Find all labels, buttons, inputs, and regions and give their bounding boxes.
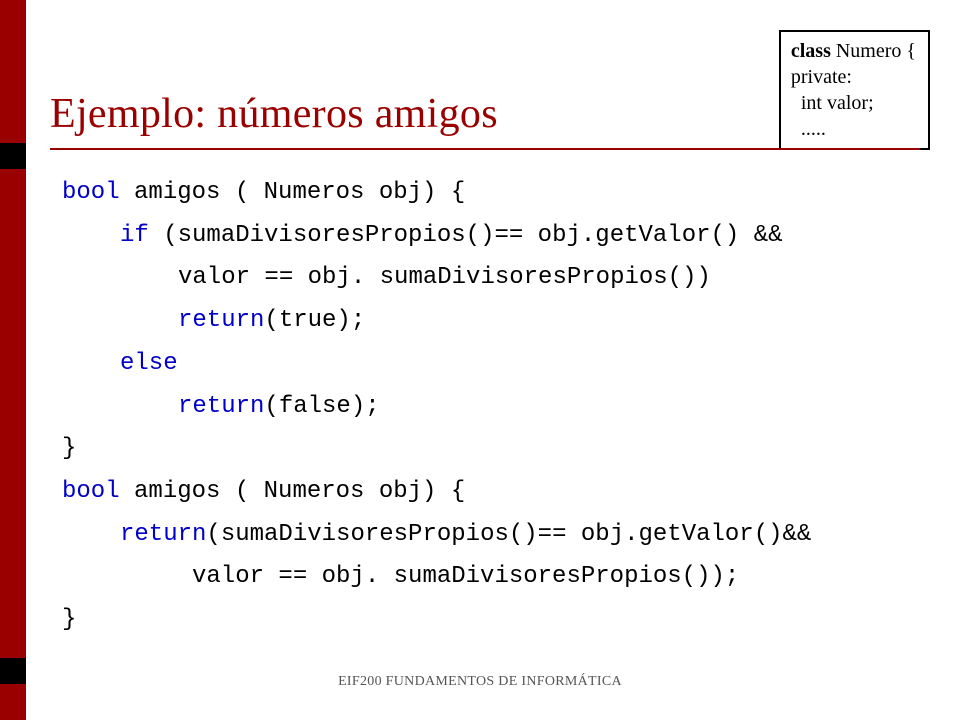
code-text: amigos ( Numeros obj) {	[120, 478, 466, 505]
code-line: valor == obj. sumaDivisoresPropios());	[192, 556, 811, 599]
code-line: return(sumaDivisoresPropios()== obj.getV…	[120, 514, 811, 557]
code-text: (false);	[264, 393, 379, 420]
keyword-bool: bool	[62, 478, 120, 505]
slide-footer: EIF200 FUNDAMENTOS DE INFORMÁTICA	[0, 674, 960, 690]
code-line: bool amigos ( Numeros obj) {	[62, 172, 811, 215]
left-accent-bar	[0, 0, 26, 720]
code-line: if (sumaDivisoresPropios()== obj.getValo…	[120, 215, 811, 258]
slide-title: Ejemplo: números amigos	[50, 90, 498, 138]
code-text: amigos ( Numeros obj) {	[120, 179, 466, 206]
class-box-line: int valor;	[791, 90, 916, 116]
code-line: return(false);	[178, 386, 811, 429]
keyword-return: return	[178, 307, 264, 334]
class-box-line: .....	[791, 116, 916, 142]
code-line: }	[62, 428, 811, 471]
class-definition-box: class Numero { private: int valor; .....	[779, 30, 930, 150]
keyword-else: else	[120, 350, 178, 377]
keyword-return: return	[120, 521, 206, 548]
keyword-if: if	[120, 222, 149, 249]
code-text: (sumaDivisoresPropios()== obj.getValor()…	[206, 521, 811, 548]
title-underline	[50, 148, 920, 150]
code-line: valor == obj. sumaDivisoresPropios())	[178, 257, 811, 300]
keyword-return: return	[178, 393, 264, 420]
code-text: (sumaDivisoresPropios()== obj.getValor()…	[149, 222, 783, 249]
keyword-bool: bool	[62, 179, 120, 206]
class-decl-rest: Numero {	[831, 40, 916, 62]
class-keyword: class	[791, 40, 831, 62]
code-line: else	[120, 343, 811, 386]
class-box-line: private:	[791, 64, 916, 90]
code-line: bool amigos ( Numeros obj) {	[62, 471, 811, 514]
class-box-line: class Numero {	[791, 38, 916, 64]
code-line: }	[62, 599, 811, 642]
code-line: return(true);	[178, 300, 811, 343]
code-text: (true);	[264, 307, 365, 334]
code-block: bool amigos ( Numeros obj) { if (sumaDiv…	[62, 172, 811, 642]
accent-square-top	[0, 143, 26, 169]
